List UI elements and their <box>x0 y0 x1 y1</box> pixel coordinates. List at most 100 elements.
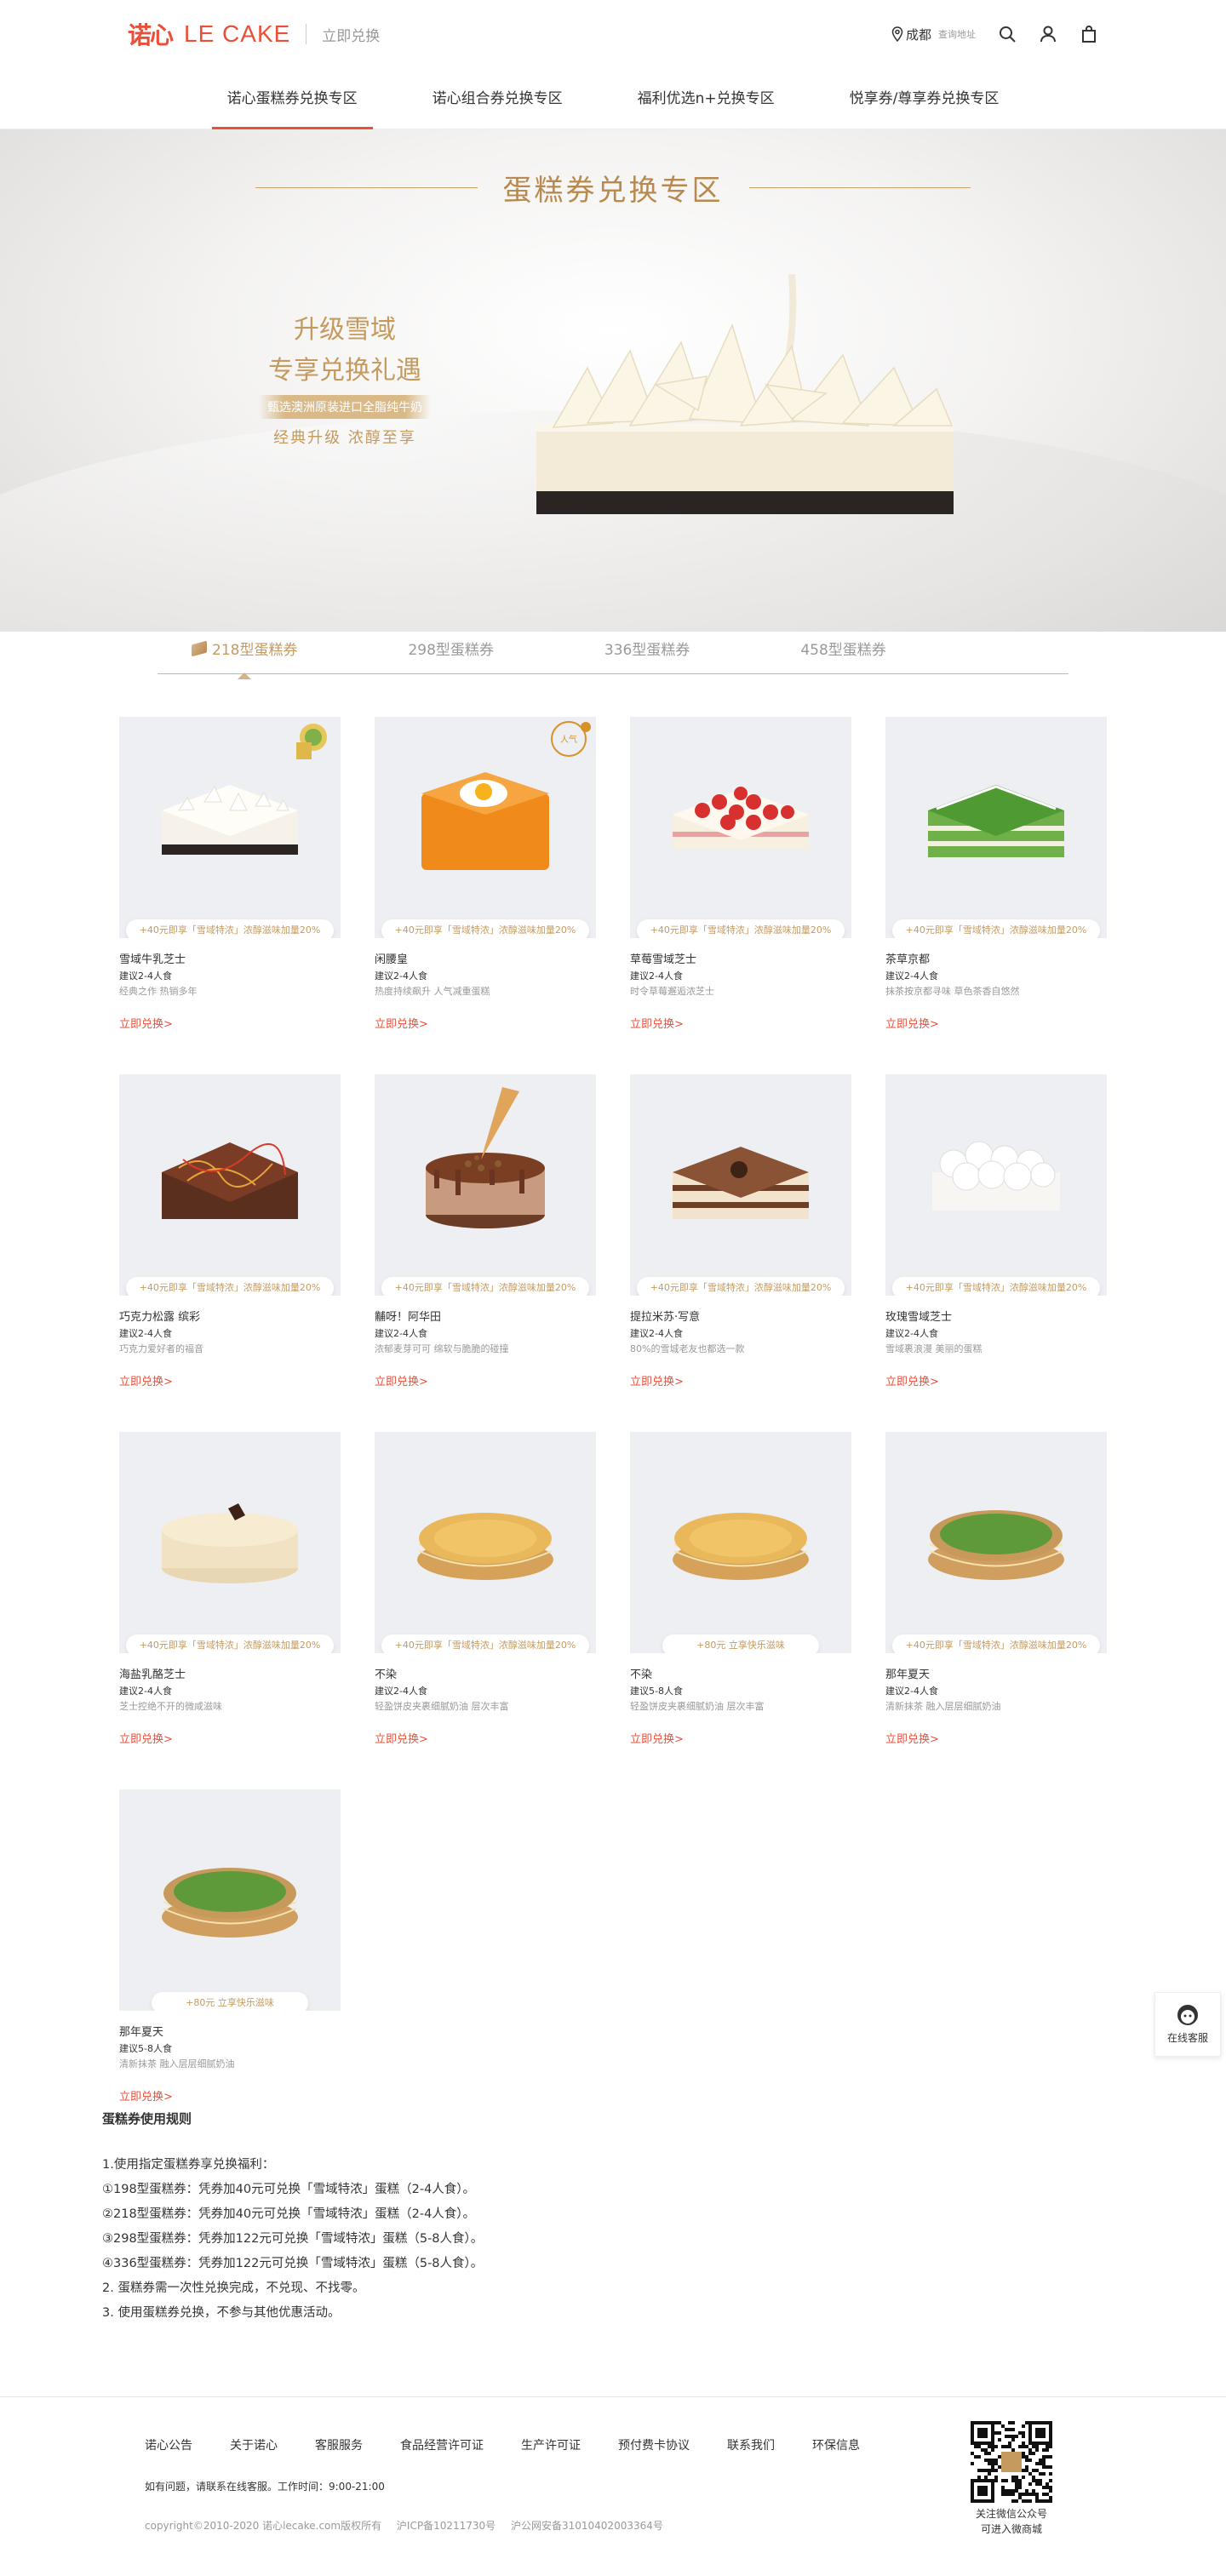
product-name: 雪域牛乳芝士 <box>119 953 186 966</box>
product-card[interactable]: +80元 立享快乐滋味 不染 建议5-8人食 轻盈饼皮夹裹细腻奶油 层次丰富 立即兑换> <box>630 1432 851 1746</box>
voucher-tabs-bar: 218型蛋糕券 298型蛋糕券 336型蛋糕券 458型蛋糕券 <box>158 623 1068 679</box>
redeem-button[interactable]: 立即兑换> <box>885 1372 1107 1388</box>
product-name: 那年夏天 <box>119 2026 164 2039</box>
location-icon <box>891 26 903 42</box>
rule-line: ②218型蛋糕券：凭券加40元可兑换「雪域特浓」蛋糕（2-4人食）。 <box>102 2207 476 2221</box>
upgrade-badge: +40元即享「雪域特浓」浓醇滋味加量20% <box>126 919 334 938</box>
product-serving: 建议2-4人食 <box>375 1686 427 1697</box>
product-image[interactable]: +40元即享「雪域特浓」浓醇滋味加量20% <box>375 1432 596 1653</box>
redeem-button[interactable]: 立即兑换> <box>630 1730 851 1746</box>
qr-caption-1: 关注微信公众号 <box>975 2508 1047 2520</box>
product-serving: 建议2-4人食 <box>375 970 427 982</box>
nav-item-combo-voucher[interactable]: 诺心组合券兑换专区 <box>417 68 578 129</box>
search-icon[interactable] <box>998 25 1017 43</box>
redeem-button[interactable]: 立即兑换> <box>885 1015 1107 1031</box>
rule-line: 1.使用指定蛋糕券享兑换福利： <box>102 2158 275 2172</box>
rule-line: 3. 使用蛋糕券兑换，不参与其他优惠活动。 <box>102 2306 341 2320</box>
product-description: 80%的雪城老友也都选一款 <box>630 1343 745 1354</box>
police-record[interactable]: 沪公网安备31010402003364号 <box>511 2520 663 2532</box>
cart-icon[interactable] <box>1080 25 1098 43</box>
product-serving: 建议5-8人食 <box>630 1686 683 1697</box>
page-subtitle: 立即兑换 <box>322 27 381 45</box>
product-card[interactable]: +40元即享「雪域特浓」浓醇滋味加量20% 黼呀！阿华田 建议2-4人食 浓郁麦芽可可… <box>375 1074 596 1388</box>
product-image[interactable]: 人气 +40元即享「雪域特浓」浓醇滋味加量20% <box>375 717 596 938</box>
redeem-button[interactable]: 立即兑换> <box>119 1015 341 1031</box>
redeem-button[interactable]: 立即兑换> <box>119 2087 341 2104</box>
product-card[interactable]: +40元即享「雪域特浓」浓醇滋味加量20% 海盐乳酪芝士 建议2-4人食 芝士控绝不开… <box>119 1432 341 1746</box>
city-selector[interactable]: 成都 查询地址 <box>891 26 976 43</box>
product-image[interactable]: +40元即享「雪域特浓」浓醇滋味加量20% <box>119 717 341 938</box>
footer-link-about[interactable]: 关于诺心 <box>230 2436 278 2453</box>
nav-item-welfare[interactable]: 福利优选n+兑换专区 <box>622 68 790 129</box>
product-serving: 建议2-4人食 <box>119 970 172 982</box>
product-card[interactable]: +40元即享「雪域特浓」浓醇滋味加量20% 玫瑰雪域芝士 建议2-4人食 雪域裹浪漫 … <box>885 1074 1107 1388</box>
product-image[interactable]: +40元即享「雪域特浓」浓醇滋味加量20% <box>885 717 1107 938</box>
product-card[interactable]: +80元 立享快乐滋味 那年夏天 建议5-8人食 清新抹茶 融入层层细腻奶油 立即兑换> <box>119 1789 341 2104</box>
product-serving: 建议2-4人食 <box>119 1686 172 1697</box>
footer-link-production-license[interactable]: 生产许可证 <box>521 2436 581 2453</box>
user-icon[interactable] <box>1039 25 1057 43</box>
footer-link-notice[interactable]: 诺心公告 <box>145 2436 192 2453</box>
redeem-button[interactable]: 立即兑换> <box>375 1015 596 1031</box>
product-name: 草莓雪域芝士 <box>630 953 697 966</box>
footer-link-contact[interactable]: 联系我们 <box>727 2436 775 2453</box>
product-image[interactable]: +40元即享「雪域特浓」浓醇滋味加量20% <box>630 717 851 938</box>
redeem-button[interactable]: 立即兑换> <box>630 1372 851 1388</box>
product-card[interactable]: +40元即享「雪域特浓」浓醇滋味加量20% 不染 建议2-4人食 轻盈饼皮夹裹细腻奶油… <box>375 1432 596 1746</box>
product-image[interactable]: +80元 立享快乐滋味 <box>630 1432 851 1653</box>
product-card[interactable]: +40元即享「雪域特浓」浓醇滋味加量20% 巧克力松露 缤彩 建议2-4人食 巧克力爱… <box>119 1074 341 1388</box>
banner-copy: 升级雪域 专享兑换礼遇 甄选澳洲原装进口全脂纯牛奶 经典升级 浓醇至享 <box>238 308 451 448</box>
product-description: 巧克力爱好者的福音 <box>119 1343 203 1354</box>
product-card[interactable]: +40元即享「雪域特浓」浓醇滋味加量20% 那年夏天 建议2-4人食 清新抹茶 融入层… <box>885 1432 1107 1746</box>
product-name: 海盐乳酪芝士 <box>119 1669 186 1681</box>
product-card[interactable]: +40元即享「雪域特浓」浓醇滋味加量20% 茶草京都 建议2-4人食 抹茶按京都寻味 … <box>885 717 1107 1031</box>
product-card[interactable]: 人气 +40元即享「雪域特浓」浓醇滋味加量20% 闲腰皇 建议2-4人食 热度持续飙升 … <box>375 717 596 1031</box>
product-card[interactable]: +40元即享「雪域特浓」浓醇滋味加量20% 提拉米苏·写意 建议2-4人食 80%的雪… <box>630 1074 851 1388</box>
rule-line: ①198型蛋糕券：凭券加40元可兑换「雪域特浓」蛋糕（2-4人食）。 <box>102 2183 476 2196</box>
product-description: 热度持续飙升 人气减重蛋糕 <box>375 986 490 997</box>
redeem-button[interactable]: 立即兑换> <box>375 1372 596 1388</box>
upgrade-badge: +40元即享「雪域特浓」浓醇滋味加量20% <box>637 919 845 938</box>
logo[interactable]: 诺心 LE CAKE 立即兑换 <box>128 17 380 51</box>
redeem-button[interactable]: 立即兑换> <box>885 1730 1107 1746</box>
product-image[interactable]: +40元即享「雪域特浓」浓醇滋味加量20% <box>630 1074 851 1296</box>
online-service-button[interactable]: 在线客服 <box>1154 1992 1221 2057</box>
tab-298[interactable]: 298型蛋糕券 <box>408 638 493 659</box>
product-card[interactable]: +40元即享「雪域特浓」浓醇滋味加量20% 雪域牛乳芝士 建议2-4人食 经典之作 热… <box>119 717 341 1031</box>
product-image[interactable]: +40元即享「雪域特浓」浓醇滋味加量20% <box>885 1432 1107 1653</box>
banner-title-row: 蛋糕券兑换专区 <box>255 167 971 209</box>
tab-458[interactable]: 458型蛋糕券 <box>800 638 885 659</box>
icp-number[interactable]: 沪ICP备10211730号 <box>397 2520 496 2532</box>
rules-title: 蛋糕券使用规则 <box>102 2111 192 2127</box>
banner-headline-1: 升级雪域 <box>294 315 396 345</box>
tab-218[interactable]: 218型蛋糕券 <box>192 638 297 679</box>
product-description: 轻盈饼皮夹裹细腻奶油 层次丰富 <box>375 1701 509 1712</box>
redeem-button[interactable]: 立即兑换> <box>630 1015 851 1031</box>
redeem-button[interactable]: 立即兑换> <box>375 1730 596 1746</box>
footer-link-prepaid-agreement[interactable]: 预付费卡协议 <box>618 2436 690 2453</box>
product-name: 巧克力松露 缤彩 <box>119 1311 201 1324</box>
product-image[interactable]: +40元即享「雪域特浓」浓醇滋味加量20% <box>885 1074 1107 1296</box>
redeem-button[interactable]: 立即兑换> <box>119 1372 341 1388</box>
nav-item-premium-voucher[interactable]: 悦享券/尊享券兑换专区 <box>834 68 1015 129</box>
product-description: 轻盈饼皮夹裹细腻奶油 层次丰富 <box>630 1701 765 1712</box>
logo-english: LE CAKE <box>184 20 291 47</box>
upgrade-badge: +40元即享「雪域特浓」浓醇滋味加量20% <box>381 919 589 938</box>
footer-link-food-license[interactable]: 食品经营许可证 <box>400 2436 484 2453</box>
footer-link-eco[interactable]: 环保信息 <box>812 2436 860 2453</box>
redeem-button[interactable]: 立即兑换> <box>119 1730 341 1746</box>
footer-link-service[interactable]: 客服服务 <box>315 2436 363 2453</box>
product-description: 清新抹茶 融入层层细腻奶油 <box>885 1701 1001 1712</box>
product-image[interactable]: +40元即享「雪域特浓」浓醇滋味加量20% <box>119 1074 341 1296</box>
banner-title: 蛋糕券兑换专区 <box>502 174 724 208</box>
product-card[interactable]: +40元即享「雪域特浓」浓醇滋味加量20% 草莓雪域芝士 建议2-4人食 时令草莓邂逅… <box>630 717 851 1031</box>
nav-item-cake-voucher[interactable]: 诺心蛋糕券兑换专区 <box>211 68 373 129</box>
rule-line: ③298型蛋糕券：凭券加122元可兑换「雪域特浓」蛋糕（5-8人食）。 <box>102 2232 484 2246</box>
product-image[interactable]: +80元 立享快乐滋味 <box>119 1789 341 2011</box>
product-name: 提拉米苏·写意 <box>630 1311 701 1324</box>
product-image[interactable]: +40元即享「雪域特浓」浓醇滋味加量20% <box>119 1432 341 1653</box>
tab-336[interactable]: 336型蛋糕券 <box>604 638 690 659</box>
banner-tagline: 经典升级 浓醇至享 <box>273 429 416 447</box>
product-image[interactable]: +40元即享「雪域特浓」浓醇滋味加量20% <box>375 1074 596 1296</box>
tab-458-label: 458型蛋糕券 <box>800 642 886 659</box>
